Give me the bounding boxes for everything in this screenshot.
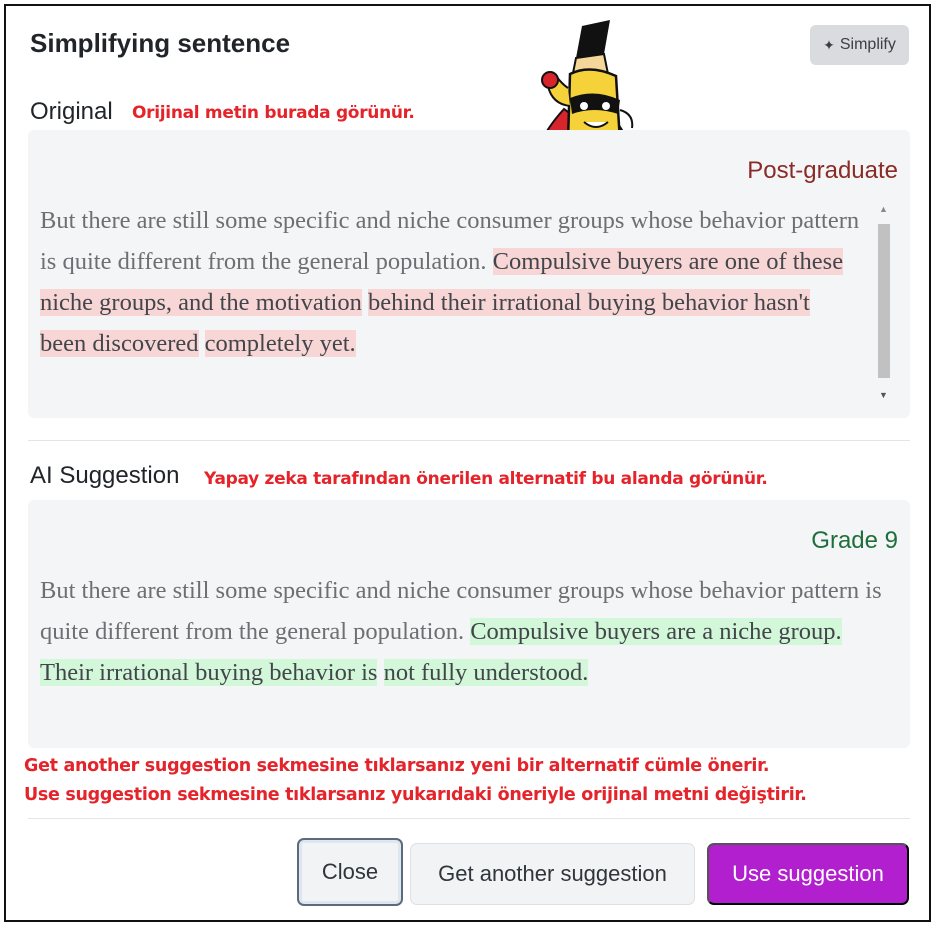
footer-annotation-use: Use suggestion sekmesine tıklarsanız yuk… (24, 785, 807, 805)
footer-annotation-another: Get another suggestion sekmesine tıklars… (24, 756, 770, 776)
ai-level-badge: Grade 9 (811, 527, 898, 554)
use-suggestion-button[interactable]: Use suggestion (707, 843, 909, 905)
magic-wand-icon: ✦ (823, 36, 835, 53)
original-scrollbar[interactable]: ▲ ▼ (874, 204, 894, 400)
original-label: Original (30, 98, 113, 125)
simplify-button-label: Simplify (839, 36, 896, 53)
scroll-up-arrow-icon[interactable]: ▲ (879, 204, 888, 214)
ai-highlight-line: not fully understood. (383, 659, 589, 686)
scrollbar-thumb[interactable] (878, 224, 890, 378)
section-divider (28, 440, 910, 441)
original-level-badge: Post-graduate (747, 157, 898, 184)
ai-suggestion-label: AI Suggestion (30, 462, 180, 489)
scroll-down-arrow-icon[interactable]: ▼ (879, 390, 888, 400)
ai-suggestion-panel: Grade 9 But there are still some specifi… (28, 500, 910, 748)
get-another-suggestion-button[interactable]: Get another suggestion (410, 843, 695, 905)
original-highlight-line: completely yet. (204, 330, 356, 357)
close-button[interactable]: Close (297, 838, 403, 906)
ai-suggestion-text: But there are still some specific and ni… (40, 570, 890, 693)
ai-suggestion-annotation: Yapay zeka tarafından önerilen alternati… (204, 469, 768, 489)
original-text-panel: Post-graduate But there are still some s… (28, 130, 910, 418)
simplify-button[interactable]: ✦ Simplify (810, 25, 909, 65)
dialog-title: Simplifying sentence (30, 28, 291, 58)
original-annotation: Orijinal metin burada görünür. (132, 103, 415, 123)
original-text: But there are still some specific and ni… (40, 200, 860, 364)
footer-divider (28, 818, 910, 819)
